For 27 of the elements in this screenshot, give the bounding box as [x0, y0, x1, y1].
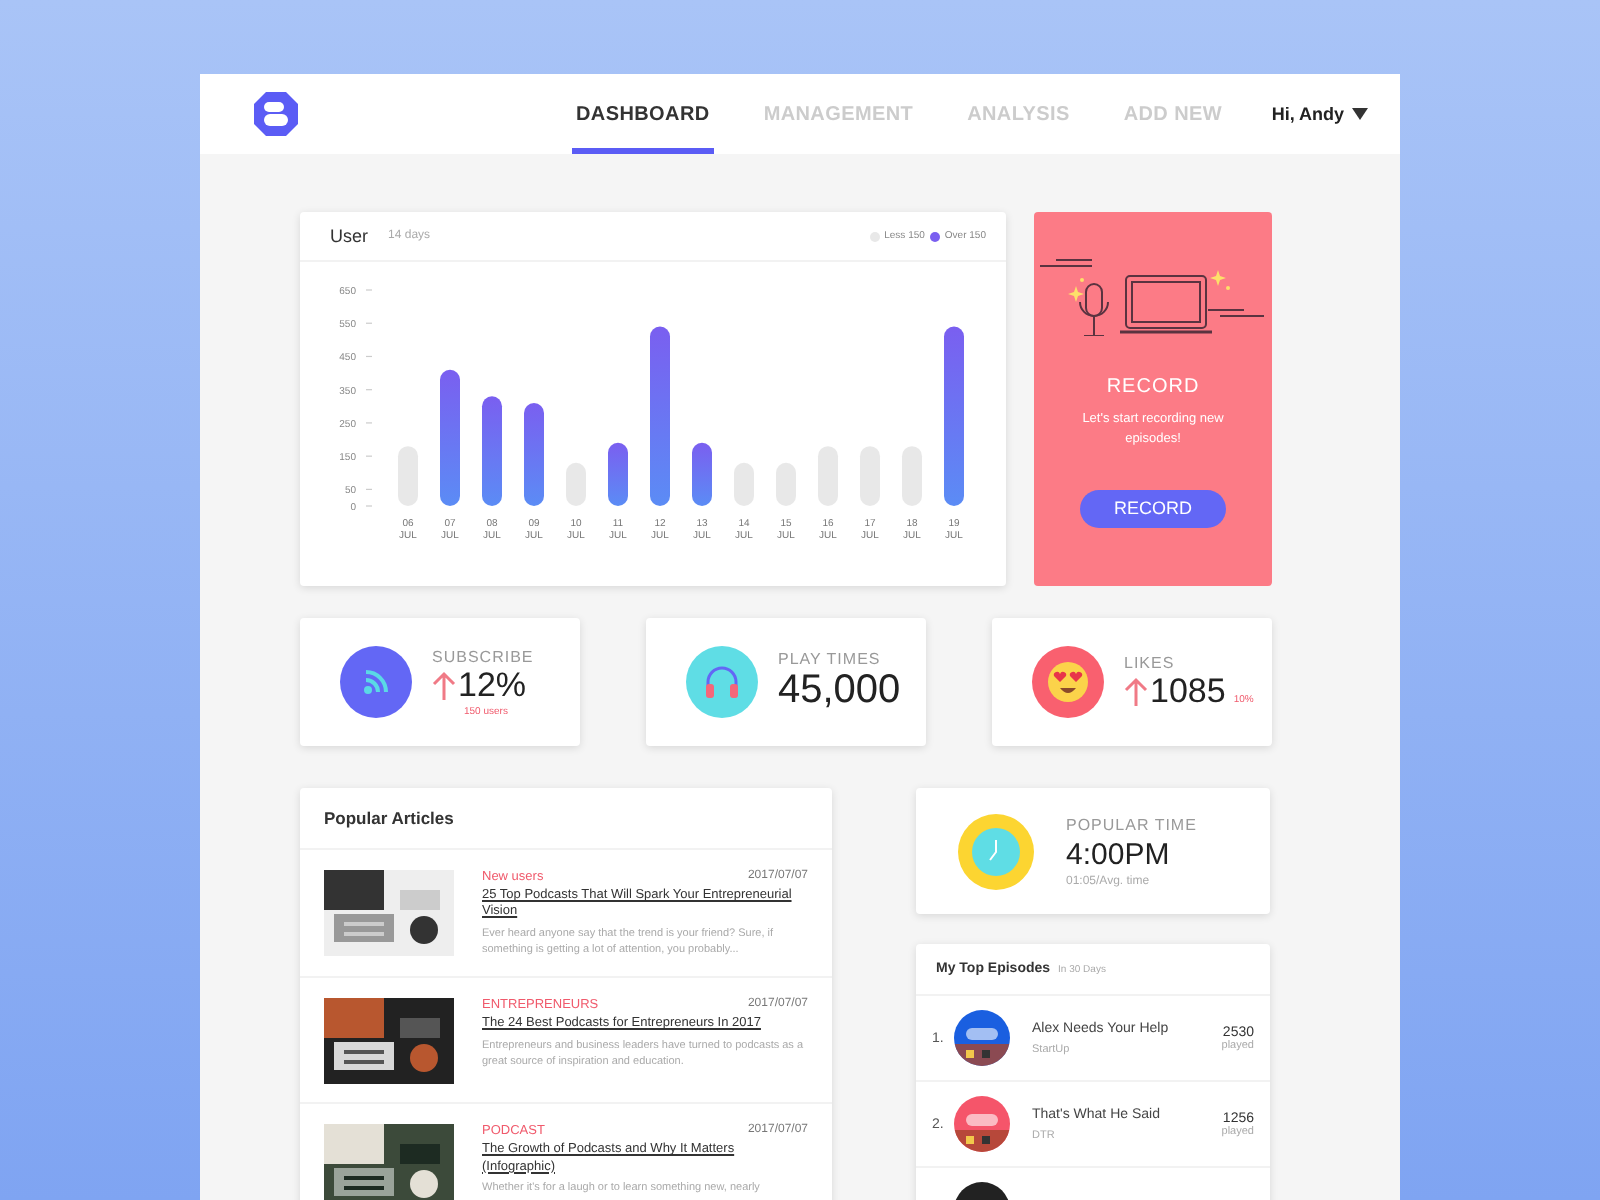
logo-icon	[252, 90, 300, 138]
stat-label: SUBSCRIBE	[432, 647, 534, 665]
stat-value: 1085	[1150, 671, 1226, 711]
up-arrow-icon	[432, 669, 456, 701]
headphones-icon	[686, 646, 758, 718]
stat-label: LIKES	[1124, 653, 1177, 671]
chart-title: User	[330, 226, 369, 246]
stat-value: 4:00PM	[1066, 837, 1172, 871]
record-button[interactable]: RECORD	[1080, 489, 1226, 527]
user-menu[interactable]: Hi, Andy	[1271, 104, 1344, 124]
smiley-icon	[1032, 646, 1104, 718]
chart-bar	[692, 442, 712, 506]
chart-bar	[524, 403, 544, 506]
up-arrow-icon	[1124, 675, 1148, 707]
stat-value: 45,000	[778, 668, 901, 714]
card-title: Popular Articles	[300, 788, 832, 850]
nav-tab[interactable]: DASHBOARD	[572, 74, 714, 154]
chart-bar	[440, 369, 460, 506]
rss-icon	[340, 646, 412, 718]
clock-icon	[958, 813, 1034, 889]
stat-label: PLAY TIMES	[778, 650, 883, 668]
stat-value: 12%	[458, 665, 527, 705]
stat-label: POPULAR TIME	[1066, 815, 1197, 833]
record-title: RECORD	[1106, 376, 1200, 398]
caret-icon[interactable]	[1352, 108, 1368, 120]
chart-bar	[482, 396, 502, 506]
chart-bar	[608, 442, 628, 506]
